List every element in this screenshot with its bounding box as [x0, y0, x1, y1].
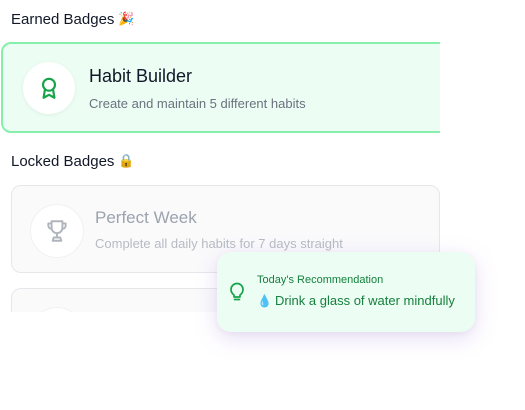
recommendation-body: 💧 Drink a glass of water mindfully	[257, 293, 455, 308]
badge-icon-container	[23, 62, 75, 114]
lightbulb-icon	[230, 282, 244, 301]
trophy-icon	[47, 220, 67, 242]
party-popper-icon: 🎉	[118, 12, 135, 27]
award-ribbon-icon	[41, 77, 57, 99]
lock-icon: 🔒	[118, 154, 135, 169]
earned-badges-title: Earned Badges	[11, 11, 115, 28]
badge-icon-container	[30, 204, 84, 258]
badge-description: Create and maintain 5 different habits	[89, 96, 306, 111]
badge-title: Habit Builder	[89, 66, 193, 86]
locked-badges-heading: Locked Badges 🔒	[11, 153, 135, 170]
badge-title: Perfect Week	[95, 208, 197, 227]
recommendation-text: Drink a glass of water mindfully	[274, 293, 455, 308]
recommendation-toast[interactable]: Today's Recommendation 💧 Drink a glass o…	[217, 252, 475, 332]
clip-overlay	[440, 0, 525, 410]
water-drop-icon: 💧	[257, 293, 272, 308]
badge-description: Complete all daily habits for 7 days str…	[95, 236, 343, 251]
recommendation-heading: Today's Recommendation	[257, 274, 384, 286]
locked-badges-title: Locked Badges	[11, 153, 115, 170]
badge-icon-container	[30, 307, 84, 312]
earned-badges-heading: Earned Badges 🎉	[11, 11, 135, 28]
badge-card-habit-builder[interactable]: Habit Builder Create and maintain 5 diff…	[1, 42, 451, 133]
